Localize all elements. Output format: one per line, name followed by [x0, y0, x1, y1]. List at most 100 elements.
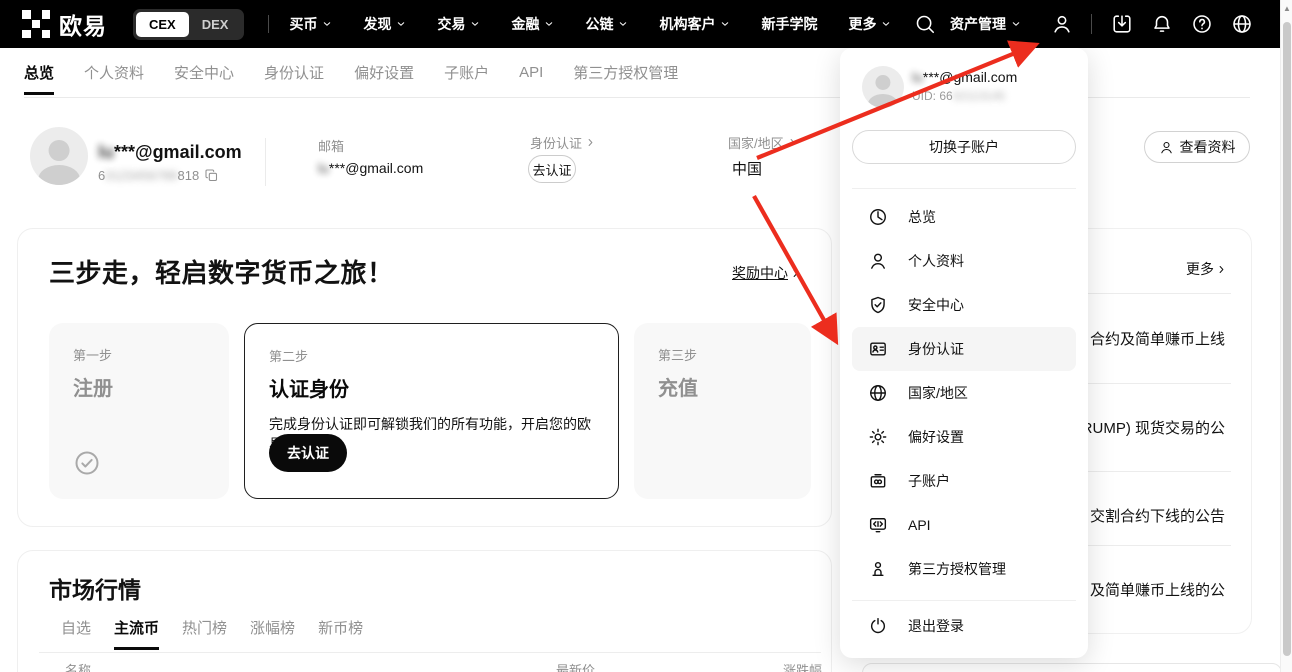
step-title: 充值: [658, 372, 787, 401]
page-scrollbar[interactable]: ▲: [1280, 0, 1292, 672]
menu-item-personal-info[interactable]: 个人资料: [852, 239, 1076, 283]
tab-subaccounts[interactable]: 子账户: [444, 48, 489, 97]
copy-icon[interactable]: [204, 168, 219, 183]
identity-icon: [868, 339, 888, 359]
menu-item-third-party[interactable]: 第三方授权管理: [852, 547, 1076, 591]
market-tab-favorites[interactable]: 自选: [61, 617, 91, 650]
column-last-price: 最新价: [556, 660, 595, 672]
kyc-link[interactable]: 身份认证: [530, 133, 596, 152]
switch-subaccount-button[interactable]: 切换子账户: [852, 130, 1076, 164]
top-navbar: 欧易 CEX DEX 买币 发现 交易 金融 公链 机构客户 新手学院 更多 资…: [0, 0, 1292, 48]
market-tab-mainstream[interactable]: 主流币: [114, 617, 159, 650]
chevron-down-icon: [322, 19, 332, 29]
region-value: 中国: [732, 158, 762, 179]
okx-logo[interactable]: 欧易: [22, 7, 107, 41]
globe-icon: [1231, 13, 1253, 35]
tab-overview[interactable]: 总览: [24, 48, 54, 97]
nav-item-more[interactable]: 更多: [848, 14, 891, 34]
nav-item-buy[interactable]: 买币: [289, 14, 332, 34]
scrollbar-up-arrow[interactable]: ▲: [1283, 5, 1291, 13]
search-icon[interactable]: [914, 13, 936, 35]
step-verify-card: 第二步 认证身份 完成身份认证即可解锁我们的所有功能，开启您的欧易之旅。 去认证: [244, 323, 619, 499]
dropdown-uid: UID: 6602113145: [912, 89, 1005, 103]
account-uid: 60123456789818: [98, 168, 219, 183]
announcement-item[interactable]: 及简单赚币上线的公: [1090, 579, 1225, 600]
third-party-icon: [868, 559, 888, 579]
reward-center-link[interactable]: 奖励中心: [732, 263, 801, 283]
menu-item-overview[interactable]: 总览: [852, 195, 1076, 239]
menu-item-security-center[interactable]: 安全中心: [852, 283, 1076, 327]
menu-item-identity-verification[interactable]: 身份认证: [852, 327, 1076, 371]
chevron-right-icon: [585, 137, 596, 148]
account-tabs: 总览 个人资料 安全中心 身份认证 偏好设置 子账户 API 第三方授权管理: [24, 48, 678, 97]
avatar: [30, 127, 88, 185]
assets-menu[interactable]: 资产管理: [950, 14, 1021, 34]
api-icon: [868, 515, 888, 535]
verify-now-button[interactable]: 去认证: [528, 155, 576, 183]
nav-menu: 买币 发现 交易 金融 公链 机构客户 新手学院 更多: [289, 14, 891, 34]
tab-personal-info[interactable]: 个人资料: [84, 48, 144, 97]
step-number: 第三步: [658, 345, 787, 364]
chevron-down-icon: [470, 19, 480, 29]
download-app-button[interactable]: [1102, 13, 1142, 35]
menu-item-api[interactable]: API: [852, 503, 1076, 547]
account-email: lu***@gmail.com: [98, 142, 242, 163]
help-button[interactable]: [1182, 13, 1222, 35]
region-link[interactable]: 国家/地区: [728, 133, 798, 152]
chevron-down-icon: [881, 19, 891, 29]
nav-item-trade[interactable]: 交易: [437, 14, 480, 34]
okx-logo-icon: [22, 10, 50, 38]
partial-card-below-dropdown: [862, 663, 1282, 672]
cex-toggle[interactable]: CEX: [136, 12, 189, 37]
nav-item-chain[interactable]: 公链: [585, 14, 628, 34]
dropdown-avatar: [862, 66, 904, 108]
check-circle-icon: [73, 449, 101, 477]
step-deposit-card: 第三步 充值: [634, 323, 811, 499]
security-icon: [868, 295, 888, 315]
market-tabs: 自选 主流币 热门榜 涨幅榜 新币榜: [61, 617, 363, 650]
bell-icon: [1151, 13, 1173, 35]
market-tab-hot[interactable]: 热门榜: [182, 617, 227, 650]
preferences-icon: [868, 427, 888, 447]
user-icon[interactable]: [1051, 13, 1073, 35]
market-tab-new[interactable]: 新币榜: [318, 617, 363, 650]
tab-identity-verification[interactable]: 身份认证: [264, 48, 324, 97]
menu-item-subaccounts[interactable]: 子账户: [852, 459, 1076, 503]
menu-item-region[interactable]: 国家/地区: [852, 371, 1076, 415]
step-number: 第二步: [269, 346, 594, 365]
go-verify-button[interactable]: 去认证: [269, 434, 347, 472]
nav-item-finance[interactable]: 金融: [511, 14, 554, 34]
nav-divider: [268, 15, 269, 33]
announcement-item[interactable]: 合约及简单赚币上线: [1090, 328, 1225, 349]
market-title: 市场行情: [49, 571, 141, 605]
announcements-more-link[interactable]: 更多: [1186, 259, 1227, 279]
scrollbar-thumb[interactable]: [1283, 22, 1291, 656]
nav-item-institutional[interactable]: 机构客户: [659, 14, 730, 34]
column-change: 涨跌幅: [783, 660, 822, 672]
tab-security-center[interactable]: 安全中心: [174, 48, 234, 97]
nav-divider: [1091, 14, 1092, 34]
profile-divider: [265, 138, 266, 186]
nav-item-discover[interactable]: 发现: [363, 14, 406, 34]
market-tab-gainers[interactable]: 涨幅榜: [250, 617, 295, 650]
column-name: 名称: [65, 660, 91, 672]
chevron-down-icon: [396, 19, 406, 29]
person-icon: [1159, 140, 1174, 155]
chevron-right-icon: [1216, 264, 1227, 275]
announcement-item[interactable]: TRUMP) 现货交易的公: [1073, 417, 1226, 438]
notifications-button[interactable]: [1142, 13, 1182, 35]
menu-item-preferences[interactable]: 偏好设置: [852, 415, 1076, 459]
announcement-item[interactable]: 交割合约下线的公告: [1090, 505, 1225, 526]
menu-item-logout[interactable]: 退出登录: [852, 604, 1076, 648]
chevron-down-icon: [618, 19, 628, 29]
step-register-card: 第一步 注册: [49, 323, 229, 499]
tab-api[interactable]: API: [519, 48, 543, 97]
chevron-right-icon: [790, 268, 801, 279]
nav-item-academy[interactable]: 新手学院: [761, 14, 817, 34]
dex-toggle[interactable]: DEX: [189, 12, 242, 37]
tab-third-party[interactable]: 第三方授权管理: [573, 48, 678, 97]
language-button[interactable]: [1222, 13, 1262, 35]
onboarding-title: 三步走，轻启数字货币之旅！: [49, 253, 394, 290]
tab-preferences[interactable]: 偏好设置: [354, 48, 414, 97]
view-profile-button[interactable]: 查看资料: [1144, 131, 1250, 163]
